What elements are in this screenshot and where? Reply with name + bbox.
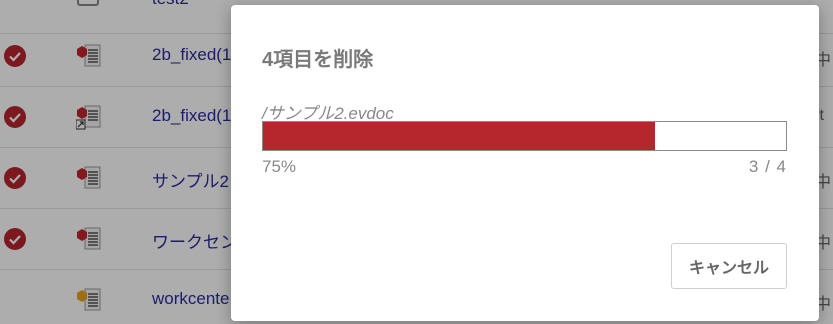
- delete-progress-dialog: 4項目を削除 /サンプル2.evdoc 75% 3 / 4 キャンセル: [231, 5, 819, 321]
- progress-fill: [263, 122, 656, 150]
- progress-percent: 75%: [262, 157, 297, 176]
- cancel-button[interactable]: キャンセル: [671, 243, 787, 289]
- progress-count: 3 / 4: [748, 157, 787, 176]
- dialog-title: 4項目を削除: [262, 49, 374, 71]
- progress-bar: [262, 121, 787, 151]
